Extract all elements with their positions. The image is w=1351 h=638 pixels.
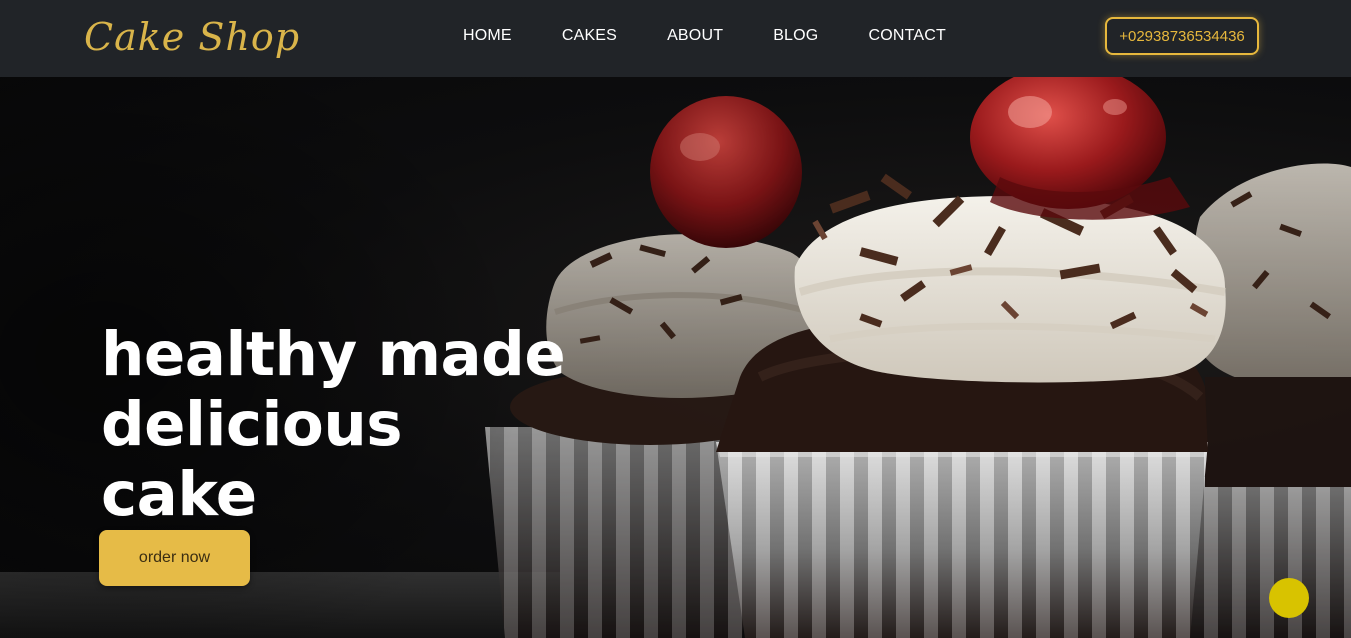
hero-title-line-1: healthy made	[101, 319, 566, 390]
hero-title: healthy made delicious cake	[101, 320, 581, 530]
hero-title-line-2: delicious	[101, 389, 403, 460]
order-now-button[interactable]: order now	[99, 530, 250, 586]
page: Cake Shop HOME CAKES ABOUT BLOG CONTACT …	[0, 0, 1351, 638]
nav-link-contact[interactable]: CONTACT	[868, 27, 946, 45]
nav-menu: HOME CAKES ABOUT BLOG CONTACT	[463, 0, 996, 72]
nav-link-blog[interactable]: BLOG	[773, 27, 818, 45]
hero-section: healthy made delicious cake order now	[0, 77, 1351, 638]
hero-title-line-3: cake	[101, 459, 257, 530]
navbar: Cake Shop HOME CAKES ABOUT BLOG CONTACT …	[0, 0, 1351, 77]
logo[interactable]: Cake Shop	[84, 0, 300, 74]
nav-link-cakes[interactable]: CAKES	[562, 27, 617, 45]
phone-button[interactable]: +02938736534436	[1105, 17, 1259, 55]
nav-link-about[interactable]: ABOUT	[667, 27, 723, 45]
nav-link-home[interactable]: HOME	[463, 27, 512, 45]
chat-bubble-icon[interactable]	[1269, 578, 1309, 618]
